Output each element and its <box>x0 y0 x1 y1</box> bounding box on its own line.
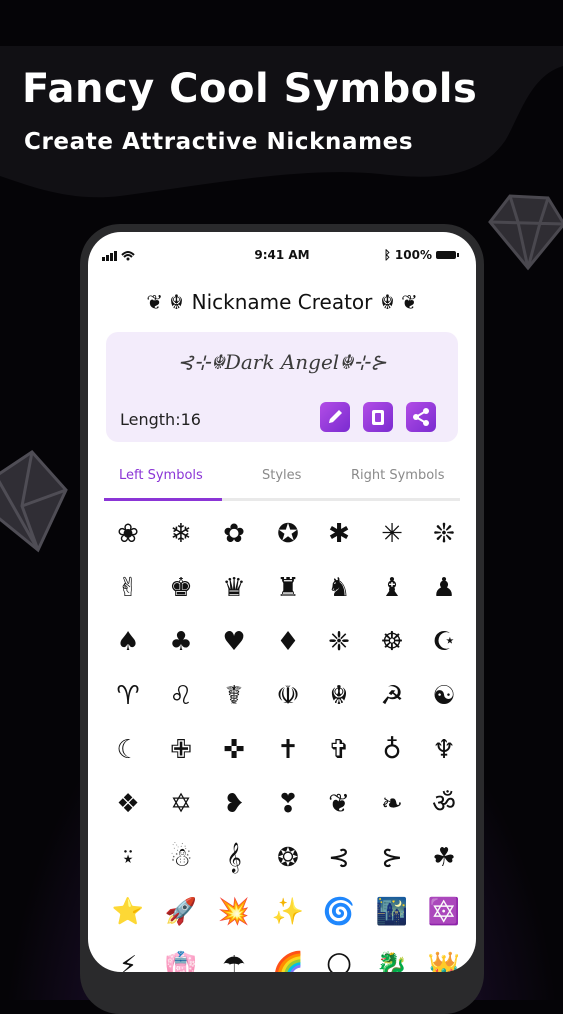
pencil-icon <box>329 410 342 423</box>
status-bar: 9:41 AM ᛒ 100% <box>88 246 476 266</box>
symbol-cell[interactable]: ❧ <box>372 784 412 824</box>
symbol-cell[interactable]: ♁ <box>372 730 412 770</box>
symbol-cell[interactable]: ☾ <box>108 730 148 770</box>
symbol-cell[interactable]: 🌀 <box>319 892 359 932</box>
symbol-cell[interactable]: 🌃 <box>372 892 412 932</box>
symbol-cell[interactable]: ♌ <box>161 676 201 716</box>
title-decoration-left: ❦ ☬ <box>146 290 184 314</box>
symbol-cell[interactable]: ❦ <box>319 784 359 824</box>
tab-styles[interactable]: Styles <box>262 468 301 483</box>
symbol-cell[interactable]: ☤ <box>214 676 254 716</box>
symbol-cell[interactable]: ✝ <box>268 730 308 770</box>
symbol-cell[interactable]: 👑 <box>424 946 464 972</box>
symbol-cell[interactable]: ✪ <box>268 514 308 554</box>
symbol-cell[interactable]: 🔯 <box>424 892 464 932</box>
nickname-preview-card: ⊰⊹☬Dark Angel☬⊹⊱ Length:16 <box>106 332 458 442</box>
length-label: Length:16 <box>120 410 201 429</box>
phone-screen: 9:41 AM ᛒ 100% ❦ ☬ Nickname Creator ☬ ❦ … <box>88 232 476 972</box>
symbol-cell[interactable]: ☸ <box>372 622 412 662</box>
edit-button[interactable] <box>320 402 350 432</box>
symbol-cell[interactable]: ☘ <box>424 838 464 878</box>
symbol-cell[interactable]: ☯ <box>424 676 464 716</box>
symbol-cell[interactable]: ❄ <box>161 514 201 554</box>
active-tab-indicator <box>104 498 222 501</box>
symbol-cell[interactable]: ♈ <box>108 676 148 716</box>
symbol-cell[interactable]: 🐉 <box>372 946 412 972</box>
symbol-cell[interactable]: ♛ <box>214 568 254 608</box>
diamond-icon <box>488 194 563 271</box>
status-right: ᛒ 100% <box>383 248 459 262</box>
nickname-preview[interactable]: ⊰⊹☬Dark Angel☬⊹⊱ <box>106 350 458 374</box>
symbol-tabs: Left Symbols Styles Right Symbols <box>104 464 460 501</box>
symbol-cell[interactable]: ☂ <box>214 946 254 972</box>
symbol-cell[interactable]: ♠ <box>108 622 148 662</box>
title-decoration-right: ☬ ❦ <box>380 290 418 314</box>
symbol-cell[interactable]: ♚ <box>161 568 201 608</box>
battery-icon <box>436 251 459 259</box>
symbol-cell[interactable]: ✿ <box>214 514 254 554</box>
symbol-cell[interactable]: ♆ <box>424 730 464 770</box>
symbol-cell[interactable]: ♦ <box>268 622 308 662</box>
symbol-cell[interactable]: ✨ <box>268 892 308 932</box>
symbol-cell[interactable]: ❥ <box>214 784 254 824</box>
symbol-cell[interactable]: ⚡ <box>108 946 148 972</box>
symbol-cell[interactable]: ☫ <box>268 676 308 716</box>
symbol-cell[interactable]: ✞ <box>319 730 359 770</box>
symbol-cell[interactable]: ☪ <box>424 622 464 662</box>
symbol-cell[interactable]: ⭐ <box>108 892 148 932</box>
symbol-cell[interactable]: 🚀 <box>161 892 201 932</box>
symbol-cell[interactable]: ♣ <box>161 622 201 662</box>
symbol-cell[interactable]: ☃ <box>161 838 201 878</box>
symbol-cell[interactable]: ✡ <box>161 784 201 824</box>
battery-percent: 100% <box>394 248 432 262</box>
symbol-cell[interactable]: ⍣ <box>108 838 148 878</box>
symbol-cell[interactable]: ✱ <box>319 514 359 554</box>
symbol-cell[interactable]: ✜ <box>214 730 254 770</box>
symbol-cell[interactable]: ✳ <box>372 514 412 554</box>
symbol-cell[interactable]: ☬ <box>319 676 359 716</box>
share-icon <box>413 408 429 426</box>
symbol-cell[interactable]: 👘 <box>161 946 201 972</box>
symbol-cell[interactable]: ❊ <box>424 514 464 554</box>
subheadline: Create Attractive Nicknames <box>24 129 414 155</box>
app-title: Nickname Creator <box>191 290 373 314</box>
symbol-cell[interactable]: ❖ <box>108 784 148 824</box>
symbol-cell[interactable]: ❂ <box>268 838 308 878</box>
symbol-cell[interactable]: ❣ <box>268 784 308 824</box>
bluetooth-icon: ᛒ <box>383 248 391 262</box>
tab-right-symbols[interactable]: Right Symbols <box>351 468 445 483</box>
symbol-cell[interactable]: ♥ <box>214 622 254 662</box>
app-header: ❦ ☬ Nickname Creator ☬ ❦ <box>88 286 476 318</box>
copy-button[interactable] <box>363 402 393 432</box>
symbol-cell[interactable]: ⊰ <box>319 838 359 878</box>
headline: Fancy Cool Symbols <box>22 66 478 112</box>
share-button[interactable] <box>406 402 436 432</box>
symbol-cell[interactable]: 🌈 <box>268 946 308 972</box>
symbol-cell[interactable]: ❈ <box>319 622 359 662</box>
symbol-cell[interactable]: ✙ <box>161 730 201 770</box>
symbol-cell[interactable]: 𝄞 <box>214 838 254 878</box>
copy-icon <box>372 410 384 425</box>
diamond-icon <box>0 450 68 553</box>
symbol-cell[interactable]: ॐ <box>424 784 464 824</box>
symbol-cell[interactable]: ☭ <box>372 676 412 716</box>
symbol-cell[interactable]: ♟ <box>424 568 464 608</box>
symbol-cell[interactable]: ♜ <box>268 568 308 608</box>
symbol-cell[interactable]: ♝ <box>372 568 412 608</box>
symbol-cell[interactable]: 💥 <box>214 892 254 932</box>
tab-left-symbols[interactable]: Left Symbols <box>119 468 203 483</box>
symbol-cell[interactable]: ❀ <box>108 514 148 554</box>
symbol-cell[interactable]: ⊱ <box>372 838 412 878</box>
symbol-cell[interactable]: ♞ <box>319 568 359 608</box>
symbol-cell[interactable]: ✌ <box>108 568 148 608</box>
symbol-cell[interactable]: 🌕 <box>319 946 359 972</box>
